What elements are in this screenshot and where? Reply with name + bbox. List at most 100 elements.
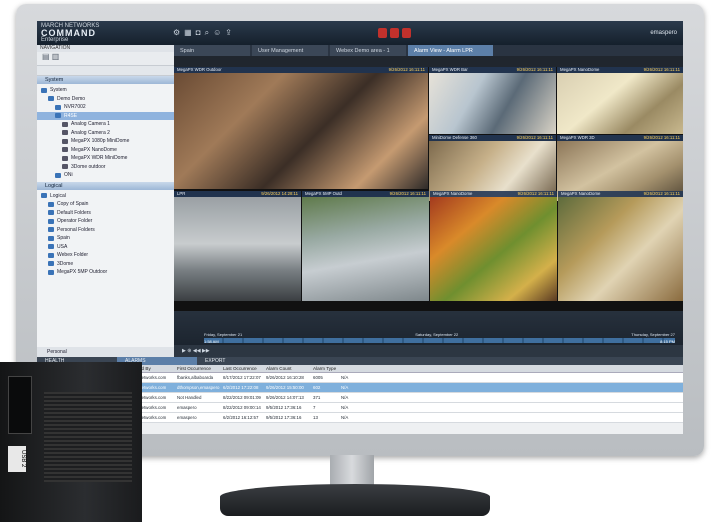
alarm-cell: N/A bbox=[341, 385, 349, 390]
logical-section-header[interactable]: Logical bbox=[37, 181, 174, 190]
camera-name: LPR bbox=[177, 191, 186, 196]
alarm-cell: emaspero bbox=[177, 405, 197, 410]
column-first-occurrence[interactable]: First Occurrence bbox=[175, 365, 221, 372]
timeline-panel[interactable]: Friday, September 21 Saturday, September… bbox=[174, 311, 683, 357]
system-tree-item[interactable]: MegaPX 1080p MiniDome bbox=[37, 137, 174, 146]
camera-timestamp: 9/26/2012 16:11:11 bbox=[516, 135, 553, 140]
system-tree-item[interactable]: System bbox=[37, 86, 174, 95]
alarm-cell: 9/26/2012 16:10:28 bbox=[266, 375, 304, 380]
gear-icon[interactable]: ⚙ bbox=[173, 28, 180, 38]
tab-webex-demo[interactable]: Webex Demo area - 1 bbox=[330, 45, 406, 56]
camera-icon bbox=[62, 138, 68, 144]
logical-tree-item[interactable]: Spain bbox=[37, 234, 174, 243]
folder-icon bbox=[48, 218, 54, 224]
camera-tile-caption: MegaPX NanoDome 9/26/2012 16:11:11 bbox=[430, 191, 557, 197]
system-section-header[interactable]: System bbox=[37, 76, 174, 84]
folder-icon bbox=[48, 261, 54, 267]
system-tree-item[interactable]: Analog Camera 2 bbox=[37, 129, 174, 138]
camera-tile-caption: MiniDome Defense 360 9/26/2012 16:11:11 bbox=[429, 135, 556, 141]
folder-icon bbox=[48, 252, 54, 258]
forward-icon[interactable]: ▶▶ bbox=[202, 348, 210, 354]
logical-tree-item[interactable]: USA bbox=[37, 243, 174, 252]
camera-tile[interactable]: LPR 9/26/2012 14:28:11 bbox=[174, 191, 301, 301]
camera-tile[interactable]: MegaPX WDR Bar 9/26/2012 16:11:11 bbox=[429, 67, 556, 134]
new-icon[interactable]: ▤ bbox=[42, 52, 50, 61]
logical-tree-item-label: MegaPX 5MP Outdoor bbox=[57, 269, 108, 275]
column-alarm-count[interactable]: Alarm Count bbox=[264, 365, 311, 372]
camera-tile-caption: MegaPX WDR Bar 9/26/2012 16:11:11 bbox=[429, 67, 556, 73]
folder-icon bbox=[55, 113, 61, 119]
playback-controls: ▶ ⊕ ◀◀ ▶▶ bbox=[174, 345, 683, 357]
tab-export[interactable]: EXPORT bbox=[197, 357, 233, 365]
camera-icon[interactable]: ◘ bbox=[196, 28, 201, 38]
system-tree-item[interactable]: 3Dome outdoor bbox=[37, 163, 174, 172]
camera-tile[interactable]: MegaPX NanoDome 9/26/2012 16:11:11 bbox=[557, 67, 683, 134]
alarm-cell: fbanks,albaboarda bbox=[177, 375, 214, 380]
folder-icon bbox=[48, 269, 54, 275]
system-tree-item[interactable]: NVR7002 bbox=[37, 103, 174, 112]
system-tree-item[interactable]: ONi bbox=[37, 171, 174, 180]
logical-tree-item[interactable]: Personal Folders bbox=[37, 226, 174, 235]
system-tree-item[interactable]: MegaPX NanoDome bbox=[37, 146, 174, 155]
camera-video-feed bbox=[302, 197, 429, 301]
alarm-cell: 9/26/2012 15:50:00 bbox=[266, 385, 304, 390]
navigation-search-input[interactable] bbox=[37, 66, 174, 76]
logical-tree-item[interactable]: Operator Folder bbox=[37, 217, 174, 226]
tab-user-management[interactable]: User Management bbox=[252, 45, 328, 56]
logical-tree-item[interactable]: Logical bbox=[37, 192, 174, 201]
camera-tile[interactable]: MegaPX NanoDome 9/26/2012 16:11:11 bbox=[430, 191, 557, 301]
camera-name: MegaPX NanoDome bbox=[560, 67, 600, 72]
camera-tile[interactable]: MegaPX 5MP Outd 9/26/2012 16:11:11 bbox=[302, 191, 429, 301]
camera-timestamp: 9/26/2012 16:11:11 bbox=[389, 191, 426, 196]
column-last-occurrence[interactable]: Last Occurrence bbox=[221, 365, 264, 372]
camera-tile-caption: LPR 9/26/2012 14:28:11 bbox=[174, 191, 301, 197]
personal-section-header[interactable]: Personal bbox=[37, 347, 174, 357]
rewind-icon[interactable]: ◀◀ bbox=[193, 348, 201, 354]
users-icon[interactable]: ☺ bbox=[213, 28, 221, 38]
system-tree-item-label: MegaPX NanoDome bbox=[71, 146, 117, 153]
alarm-cell: 8/17/2012 17:22:07 bbox=[223, 375, 261, 380]
export-icon[interactable]: ⇪ bbox=[225, 28, 232, 38]
warning-icon[interactable] bbox=[401, 28, 411, 38]
alarm-icon[interactable] bbox=[377, 28, 387, 38]
monitor-stand-base bbox=[220, 484, 490, 516]
navigation-title: NAVIGATION bbox=[37, 45, 174, 52]
copy-icon[interactable]: ▥ bbox=[52, 52, 60, 61]
camera-tile-caption: MegaPX 5MP Outd 9/26/2012 16:11:11 bbox=[302, 191, 429, 197]
system-tree-item[interactable]: MegaPX WDR MiniDome bbox=[37, 154, 174, 163]
tab-alarm-view[interactable]: Alarm View - Alarm LPR bbox=[408, 45, 493, 56]
alarm-cell: dthompson,emaspero bbox=[177, 385, 220, 390]
play-icon[interactable]: ▶ bbox=[182, 348, 186, 354]
video-wall: MegaPX WDR Outdoor 9/26/2012 16:11:11 Mega… bbox=[174, 56, 683, 311]
camera-name: MegaPX 5MP Outd bbox=[305, 191, 342, 196]
timeline-times: 1:58 AM 8:15 PM bbox=[204, 339, 675, 344]
camera-name: MegaPX NanoDome bbox=[433, 191, 473, 196]
brand-edition: Enterprise bbox=[41, 36, 69, 43]
logical-tree-item[interactable]: Webex Folder bbox=[37, 251, 174, 260]
search-icon[interactable]: ⌕ bbox=[205, 28, 209, 38]
system-tree-item[interactable]: R4SE bbox=[37, 111, 174, 120]
column-alarm-type[interactable]: Alarm Type bbox=[311, 365, 339, 372]
system-tree-item[interactable]: Demo Demo bbox=[37, 95, 174, 104]
folder-icon bbox=[55, 104, 61, 110]
camera-video-feed bbox=[174, 73, 428, 189]
camera-tile[interactable]: MegaPX NanoDome 9/26/2012 16:11:11 bbox=[558, 191, 683, 301]
logical-tree-item[interactable]: Default Folders bbox=[37, 209, 174, 218]
tab-spain[interactable]: Spain bbox=[174, 45, 250, 56]
logical-tree-item[interactable]: Copy of Spain bbox=[37, 200, 174, 209]
folder-icon bbox=[48, 227, 54, 233]
zoom-icon[interactable]: ⊕ bbox=[187, 348, 191, 354]
logical-tree-item-label: Default Folders bbox=[57, 209, 91, 216]
health-icon[interactable] bbox=[389, 28, 399, 38]
system-tree-item[interactable]: Analog Camera 1 bbox=[37, 120, 174, 129]
camera-name: MegaPX WDR Bar bbox=[432, 67, 468, 72]
logical-tree-item[interactable]: MegaPX 5MP Outdoor bbox=[37, 268, 174, 277]
layout-icon[interactable]: ▦ bbox=[184, 28, 192, 38]
current-user[interactable]: emaspero bbox=[650, 30, 683, 36]
camera-timestamp: 9/26/2012 16:11:11 bbox=[517, 191, 554, 196]
logical-tree-item[interactable]: 3Dome bbox=[37, 260, 174, 269]
camera-tile[interactable]: MegaPX WDR Outdoor 9/26/2012 16:11:11 bbox=[174, 67, 428, 189]
logical-tree: Logical Copy of Spain Default Folders Opera… bbox=[37, 190, 174, 279]
camera-tile-caption: MegaPX NanoDome 9/26/2012 16:11:11 bbox=[558, 191, 683, 197]
drive-bay bbox=[8, 376, 32, 434]
